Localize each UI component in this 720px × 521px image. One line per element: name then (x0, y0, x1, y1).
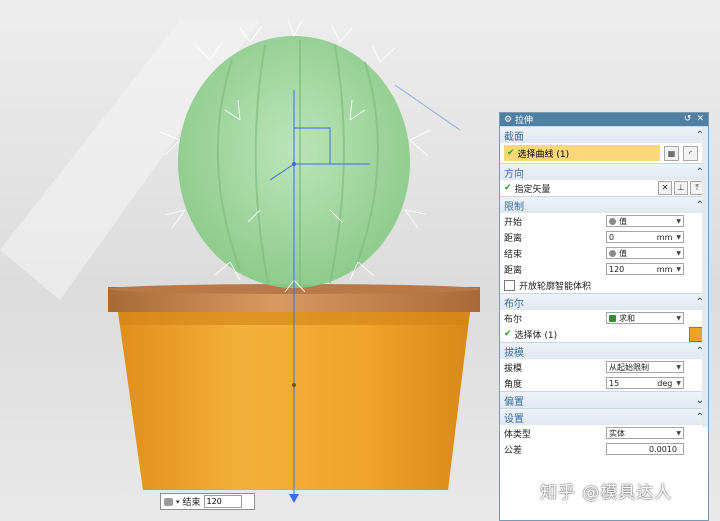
draft-label: 拔模 (504, 363, 523, 374)
select-body-label: 选择体 (1) (514, 330, 558, 341)
section-header-draft[interactable]: 拔模 ⌃ (500, 342, 708, 359)
close-icon[interactable]: ✕ (696, 115, 704, 124)
start-select-value: 值 (619, 216, 627, 226)
watermark: 知乎 @模具达人 (540, 483, 673, 503)
dialog-scrollbar[interactable] (702, 127, 708, 427)
section-title: 设置 (504, 413, 524, 425)
select-body-row[interactable]: ✔ 选择体 (1) (500, 326, 708, 342)
body-type-value: 实体 (609, 428, 625, 438)
boolean-select-value: 求和 (619, 313, 635, 323)
section-title: 截面 (504, 131, 524, 143)
section-header-offset[interactable]: 偏置 ⌄ (500, 391, 708, 408)
check-icon: ✔ (504, 183, 512, 193)
body-type-label: 体类型 (504, 429, 532, 440)
chevron-down-icon: ▼ (676, 429, 681, 437)
curve-icon[interactable]: ◜ (683, 145, 698, 161)
distance-label: 距离 (504, 233, 523, 244)
angle-value[interactable]: 15 (609, 379, 657, 388)
chevron-down-icon[interactable]: ▼ (676, 266, 681, 273)
unite-icon (609, 314, 616, 322)
value-icon (609, 249, 616, 257)
open-profile-checkbox[interactable] (504, 279, 515, 291)
chevron-down-icon[interactable]: ▾ (176, 498, 180, 506)
end-distance-floating-input[interactable]: ▾ 结束 120 (160, 493, 255, 510)
unit-label: deg (657, 378, 673, 388)
chevron-down-icon[interactable]: ▼ (676, 234, 681, 241)
draft-row: 拔模 从起始限制 ▼ (500, 359, 708, 375)
dialog-title: 拉伸 (515, 116, 534, 126)
start-select[interactable]: 值 ▼ (606, 215, 684, 227)
draft-select-value: 从起始限制 (609, 362, 649, 372)
distance-end-input[interactable]: 120 mm ▼ (606, 263, 684, 275)
tolerance-value[interactable]: 0.0010 (609, 445, 681, 454)
angle-label: 角度 (504, 379, 523, 390)
select-curve-label: 选择曲线 (1) (517, 149, 570, 160)
reset-icon[interactable]: ↺ (684, 115, 692, 124)
end-select-value: 值 (619, 248, 627, 258)
boolean-row: 布尔 求和 ▼ (500, 310, 708, 326)
section-header-settings[interactable]: 设置 ⌃ (500, 408, 708, 425)
open-profile-label: 开放轮廓智能体积 (519, 281, 592, 292)
distance-label: 距离 (504, 265, 523, 276)
distance-start-input[interactable]: 0 mm ▼ (606, 231, 684, 243)
end-label: 结束 (504, 249, 523, 260)
chevron-down-icon: ▼ (676, 363, 681, 371)
vector-dialog-icon[interactable]: ⊥ (674, 181, 688, 195)
section-title: 限制 (504, 201, 524, 213)
check-icon: ✔ (507, 148, 515, 158)
section-header-boolean[interactable]: 布尔 ⌃ (500, 293, 708, 310)
angle-row: 角度 15 deg ▼ (500, 375, 708, 391)
chevron-down-icon[interactable]: ▼ (676, 380, 681, 387)
section-title: 偏置 (504, 396, 524, 408)
tolerance-label: 公差 (504, 445, 523, 456)
chevron-down-icon: ▼ (676, 249, 681, 257)
start-label: 开始 (504, 217, 523, 228)
chevron-down-icon: ▼ (676, 217, 681, 225)
value-type-icon (164, 497, 173, 506)
specify-vector-label: 指定矢量 (514, 184, 551, 195)
section-title: 拔模 (504, 347, 524, 359)
distance-end-row: 距离 120 mm ▼ (500, 261, 708, 277)
section-header-direction[interactable]: 方向 ⌃ (500, 163, 708, 180)
body-type-select[interactable]: 实体 ▼ (606, 427, 684, 439)
section-title: 布尔 (504, 298, 524, 310)
value-icon (609, 217, 616, 225)
sketch-section-icon[interactable]: ▦ (664, 145, 679, 161)
specify-vector-row[interactable]: ✔ 指定矢量 ✕ ⊥ ⤒ (500, 180, 708, 196)
reverse-direction-icon[interactable]: ✕ (658, 181, 672, 195)
boolean-label: 布尔 (504, 314, 523, 325)
float-input-value[interactable]: 120 (203, 495, 242, 508)
axis-arrow-head (289, 494, 299, 503)
float-input-label: 结束 (182, 498, 201, 508)
unit-label: mm (656, 264, 673, 274)
end-row: 结束 值 ▼ (500, 245, 708, 261)
tolerance-row: 公差 0.0010 (500, 441, 708, 457)
select-curve-row[interactable]: ✔ 选择曲线 (1) (504, 145, 660, 161)
chevron-down-icon: ▼ (676, 314, 681, 322)
section-header-section[interactable]: 截面 ⌃ (500, 126, 708, 143)
distance-end-value[interactable]: 120 (609, 265, 657, 274)
section-title: 方向 (504, 168, 524, 180)
section-header-limits[interactable]: 限制 ⌃ (500, 196, 708, 213)
dialog-titlebar: ⚙ 拉伸 ↺ ✕ (500, 113, 708, 126)
end-select[interactable]: 值 ▼ (606, 247, 684, 259)
gear-icon[interactable]: ⚙ (504, 115, 515, 125)
angle-input[interactable]: 15 deg ▼ (606, 377, 684, 389)
start-row: 开始 值 ▼ (500, 213, 708, 229)
extrude-dialog: ⚙ 拉伸 ↺ ✕ 截面 ⌃ ✔ 选择曲线 (1) ▦ ◜ 方向 ⌃ ✔ 指定矢量… (499, 112, 709, 521)
body-type-row: 体类型 实体 ▼ (500, 425, 708, 441)
distance-start-row: 距离 0 mm ▼ (500, 229, 708, 245)
unit-label: mm (656, 232, 673, 242)
boolean-select[interactable]: 求和 ▼ (606, 312, 684, 324)
axis-origin-point (292, 383, 296, 387)
tolerance-input[interactable]: 0.0010 (606, 443, 684, 455)
distance-start-value[interactable]: 0 (609, 233, 657, 242)
draft-select[interactable]: 从起始限制 ▼ (606, 361, 684, 373)
open-profile-row[interactable]: 开放轮廓智能体积 (500, 277, 708, 293)
check-icon: ✔ (504, 329, 512, 339)
